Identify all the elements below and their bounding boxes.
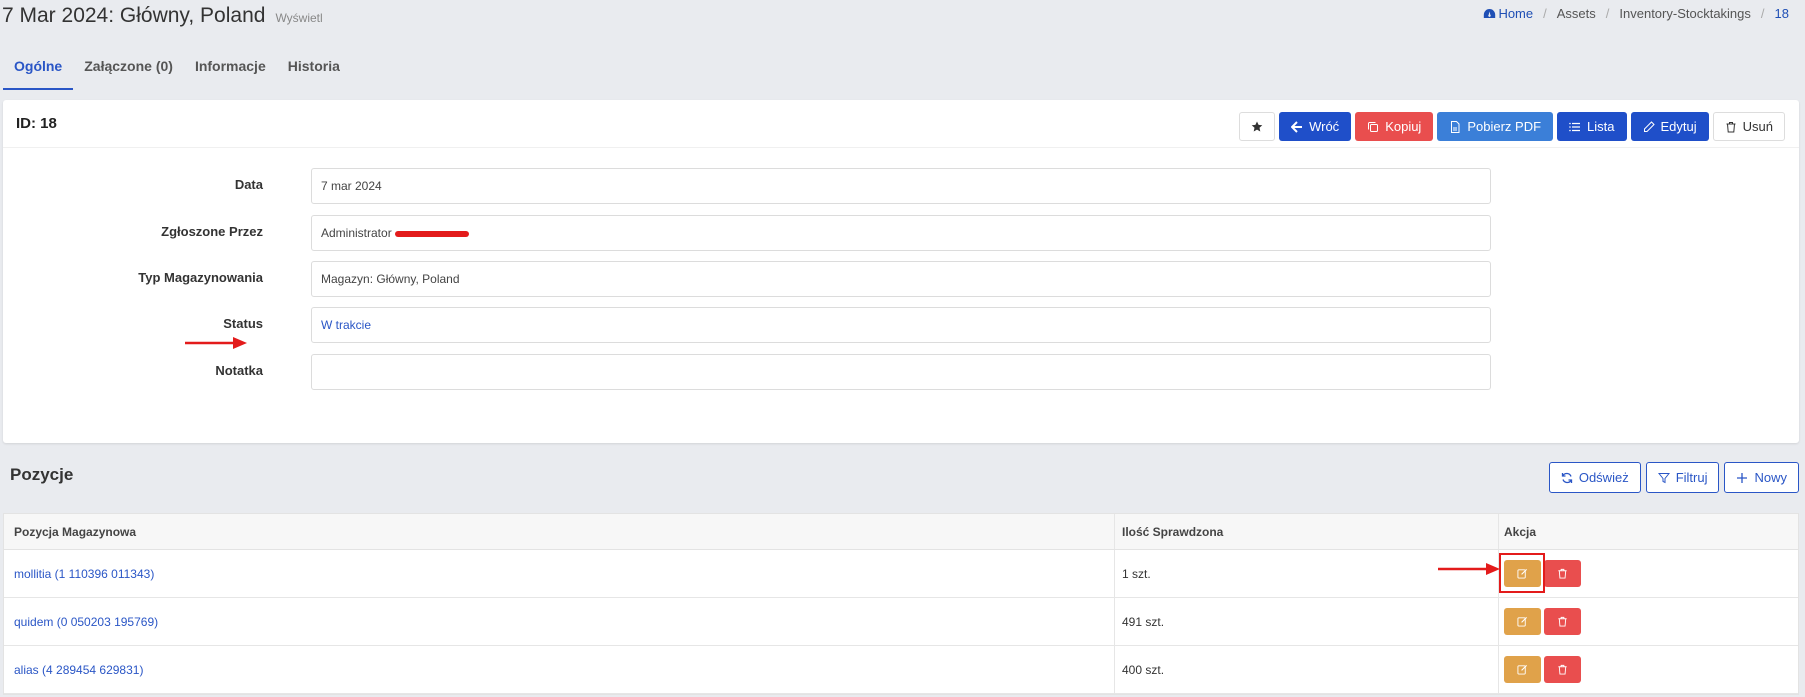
dashboard-icon: [1484, 9, 1496, 18]
tab-general[interactable]: Ogólne: [3, 48, 74, 90]
trash-icon: [1558, 568, 1567, 579]
breadcrumb-separator: /: [1605, 6, 1610, 21]
card-header: ID: 18 Wróć Kopiuj Pobierz PDF Lista Edy…: [3, 100, 1799, 148]
delete-button-label: Usuń: [1742, 119, 1773, 134]
row-item-link[interactable]: quidem (0 050203 195769): [14, 615, 158, 629]
filter-button[interactable]: Filtruj: [1645, 462, 1720, 493]
column-header-qty[interactable]: Ilość Sprawdzona: [1115, 514, 1499, 549]
breadcrumb-item-id: 18: [1774, 6, 1789, 21]
list-icon: [1569, 122, 1581, 131]
storage-type-label: Typ Magazynowania: [138, 270, 263, 285]
edit-button-label: Edytuj: [1660, 119, 1697, 134]
row-actions: [1499, 598, 1798, 645]
back-button[interactable]: Wróć: [1279, 112, 1352, 141]
annotation-arrow-status: [185, 337, 247, 349]
refresh-button-label: Odśwież: [1578, 470, 1629, 485]
date-field[interactable]: 7 mar 2024: [311, 168, 1491, 204]
note-field[interactable]: [311, 354, 1491, 390]
reported-by-field[interactable]: Administrator: [311, 215, 1491, 251]
refresh-icon: [1561, 472, 1572, 483]
download-pdf-button[interactable]: Pobierz PDF: [1437, 112, 1554, 141]
new-button-label: Nowy: [1754, 470, 1787, 485]
breadcrumb-separator: /: [1760, 6, 1765, 21]
download-pdf-button-label: Pobierz PDF: [1467, 119, 1542, 134]
edit-button[interactable]: Edytuj: [1630, 112, 1709, 141]
pdf-file-icon: [1451, 120, 1460, 133]
copy-button-label: Kopiuj: [1385, 119, 1422, 134]
column-header-item[interactable]: Pozycja Magazynowa: [4, 514, 1115, 549]
delete-button[interactable]: Usuń: [1712, 112, 1785, 141]
tab-attachments[interactable]: Załączone (0): [73, 48, 184, 90]
page-title: 7 Mar 2024: Główny, Poland: [2, 4, 266, 27]
trash-icon: [1558, 664, 1567, 675]
star-icon: [1251, 121, 1263, 131]
positions-toolbar: Odśwież Filtruj Nowy: [1548, 462, 1799, 493]
page-subtitle: Wyświetl: [275, 11, 323, 25]
breadcrumb-item-assets[interactable]: Assets: [1557, 6, 1596, 21]
form-row-reported-by: Zgłoszone Przez Administrator: [3, 215, 1799, 251]
record-id: ID: 18: [16, 115, 57, 132]
row-item-link[interactable]: alias (4 289454 629831): [14, 663, 143, 677]
table-row: quidem (0 050203 195769) 491 szt.: [4, 598, 1798, 646]
copy-icon: [1368, 121, 1379, 132]
annotation-highlight-box: [1499, 553, 1545, 593]
row-delete-button[interactable]: [1544, 560, 1581, 587]
row-item-link[interactable]: mollitia (1 110396 011343): [14, 567, 154, 581]
breadcrumb-home[interactable]: Home: [1483, 6, 1533, 21]
filter-icon: [1657, 472, 1670, 483]
status-label: Status: [223, 316, 263, 331]
positions-title: Pozycje: [10, 465, 74, 484]
filter-button-label: Filtruj: [1675, 470, 1708, 485]
breadcrumb-separator: /: [1543, 6, 1547, 21]
pencil-icon: [1643, 120, 1655, 132]
breadcrumb: Home / Assets / Inventory-Stocktakings /…: [1483, 6, 1789, 21]
page-header: 7 Mar 2024: Główny, Poland Wyświetl: [2, 4, 323, 28]
form-row-note: Notatka: [3, 354, 1799, 390]
row-delete-button[interactable]: [1544, 608, 1581, 635]
edit-icon: [1517, 616, 1528, 627]
tab-bar: Ogólne Załączone (0) Informacje Historia: [3, 48, 351, 90]
column-header-action: Akcja: [1504, 524, 1537, 539]
note-label: Notatka: [215, 363, 263, 378]
record-toolbar: Wróć Kopiuj Pobierz PDF Lista Edytuj Usu…: [1239, 112, 1785, 141]
reported-by-value: Administrator: [321, 226, 392, 240]
row-delete-button[interactable]: [1544, 656, 1581, 683]
positions-table: Pozycja Magazynowa Ilość Sprawdzona Akcj…: [3, 513, 1799, 695]
redaction-mark: [394, 230, 469, 237]
form-row-status: Status W trakcie: [3, 307, 1799, 343]
storage-type-field[interactable]: Magazyn: Główny, Poland: [311, 261, 1491, 297]
arrow-left-icon: [1291, 120, 1303, 133]
breadcrumb-home-label: Home: [1498, 6, 1534, 21]
new-button[interactable]: Nowy: [1724, 462, 1799, 493]
tab-history[interactable]: Historia: [277, 48, 351, 90]
copy-button[interactable]: Kopiuj: [1355, 112, 1434, 141]
refresh-button[interactable]: Odśwież: [1548, 462, 1641, 493]
favorite-button[interactable]: [1239, 112, 1276, 141]
tab-information[interactable]: Informacje: [184, 48, 277, 90]
list-button[interactable]: Lista: [1557, 112, 1627, 141]
status-field[interactable]: W trakcie: [311, 307, 1491, 343]
back-button-label: Wróć: [1309, 119, 1340, 134]
form-row-storage-type: Typ Magazynowania Magazyn: Główny, Polan…: [3, 261, 1799, 297]
edit-icon: [1517, 664, 1528, 675]
breadcrumb-item-stocktakings[interactable]: Inventory-Stocktakings: [1619, 6, 1751, 21]
row-edit-button[interactable]: [1504, 608, 1541, 635]
table-header: Pozycja Magazynowa Ilość Sprawdzona Akcj…: [4, 514, 1798, 550]
detail-card: ID: 18 Wróć Kopiuj Pobierz PDF Lista Edy…: [3, 100, 1799, 443]
trash-icon: [1726, 121, 1736, 132]
form-row-date: Data 7 mar 2024: [3, 168, 1799, 204]
row-qty: 400 szt.: [1115, 646, 1499, 693]
trash-icon: [1558, 616, 1567, 627]
plus-icon: [1737, 472, 1748, 483]
row-edit-button[interactable]: [1504, 656, 1541, 683]
list-button-label: Lista: [1587, 119, 1615, 134]
row-actions: [1499, 646, 1798, 693]
annotation-arrow-edit: [1438, 563, 1500, 575]
date-label: Data: [234, 177, 263, 192]
table-row: alias (4 289454 629831) 400 szt.: [4, 646, 1798, 694]
row-qty: 491 szt.: [1115, 598, 1499, 645]
reported-by-label: Zgłoszone Przez: [161, 224, 263, 239]
